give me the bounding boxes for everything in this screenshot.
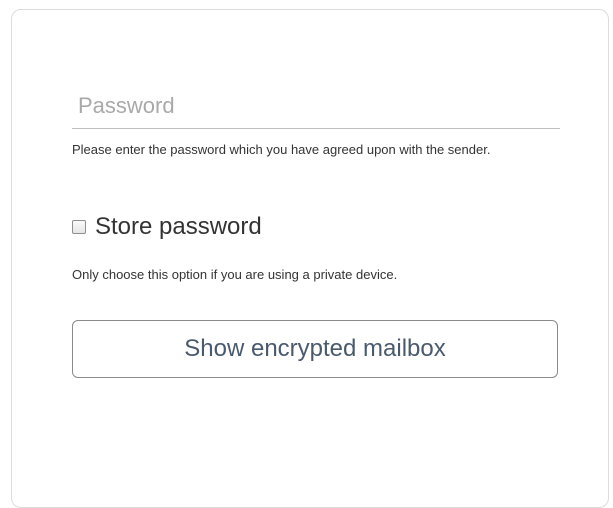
password-help-text: Please enter the password which you have… (72, 142, 491, 157)
store-password-help-text: Only choose this option if you are using… (72, 267, 398, 282)
password-input[interactable] (72, 86, 560, 126)
store-password-checkbox[interactable] (72, 220, 86, 234)
show-encrypted-mailbox-button[interactable]: Show encrypted mailbox (72, 320, 558, 378)
store-password-option[interactable]: Store password (72, 210, 262, 244)
login-card: Please enter the password which you have… (11, 9, 609, 508)
store-password-label[interactable]: Store password (95, 213, 262, 241)
password-field-wrapper (72, 86, 560, 129)
